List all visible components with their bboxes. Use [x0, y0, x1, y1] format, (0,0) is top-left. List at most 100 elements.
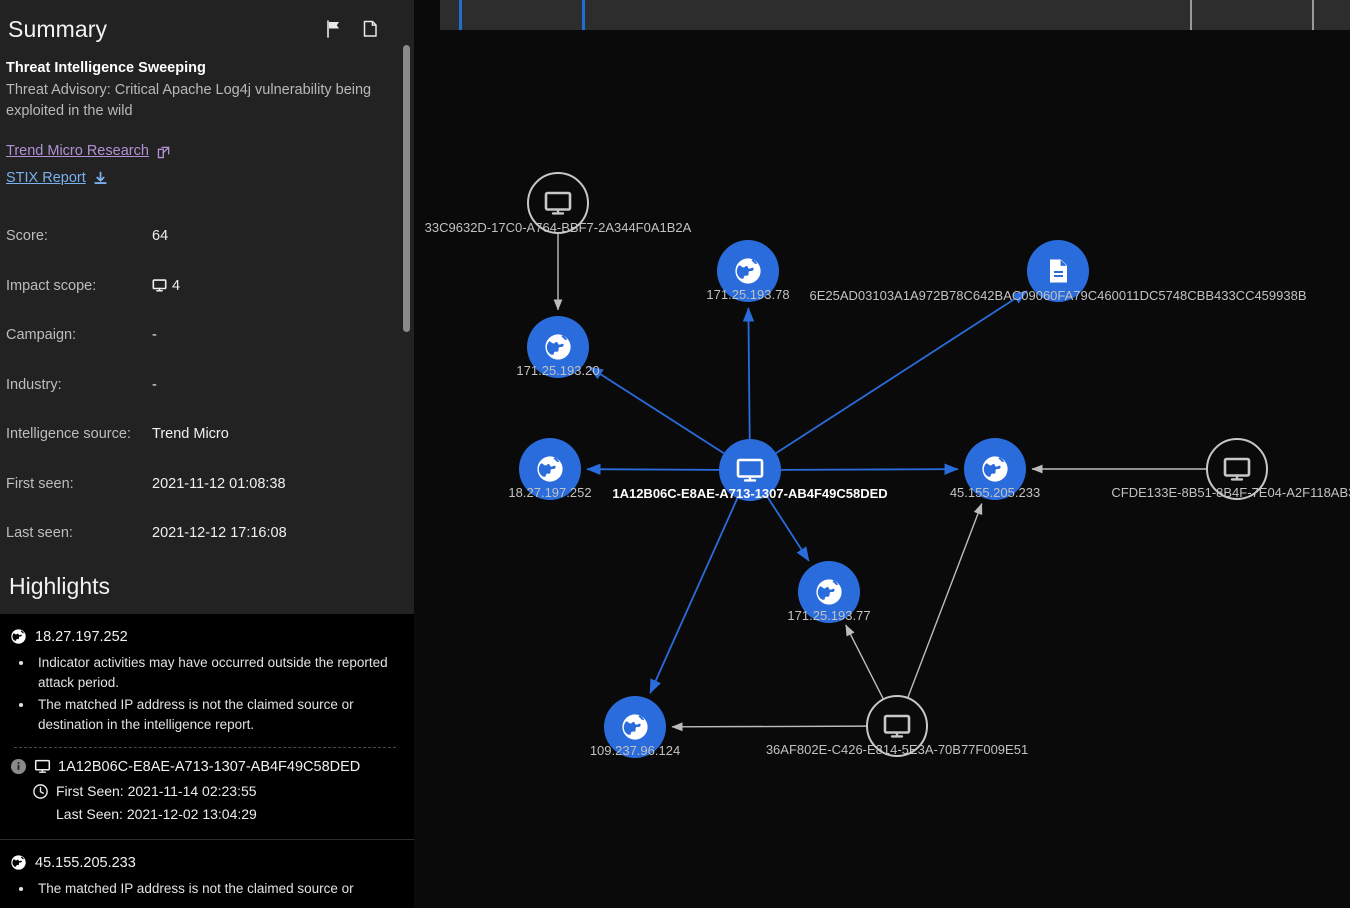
highlights-list: 18.27.197.252 Indicator activities may h…: [0, 614, 414, 908]
sidebar-scrollbar[interactable]: [403, 45, 410, 332]
globe-icon: [10, 854, 27, 871]
graph-node-ip[interactable]: 171.25.193.20: [527, 316, 589, 378]
detail-row-score: Score: 64: [6, 212, 390, 262]
summary-sidebar: Summary Threat Intelligence Sweeping: [0, 0, 414, 908]
highlight-indicator-name: 18.27.197.252: [35, 629, 128, 645]
monitor-icon: [735, 455, 765, 485]
header-icon-group: [324, 19, 402, 39]
globe-icon: [814, 577, 844, 607]
reference-links: Trend Micro Research STIX Report: [6, 141, 390, 190]
graph-node-ip[interactable]: 18.27.197.252: [519, 438, 581, 500]
highlight-last-seen: Last Seen: 2021-12-02 13:04:29: [56, 806, 257, 822]
highlight-header: 18.27.197.252: [10, 628, 396, 645]
detail-label: Last seen:: [6, 525, 152, 541]
detail-value-score: 64: [152, 228, 168, 244]
detail-label: Impact scope:: [6, 278, 152, 294]
graph-node-endpoint[interactable]: 33C9632D-17C0-A764-BBF7-2A344F0A1B2A: [527, 172, 589, 234]
globe-icon: [543, 332, 573, 362]
monitor-icon: [543, 188, 573, 218]
detail-label: Industry:: [6, 377, 152, 393]
document-icon[interactable]: [360, 19, 380, 39]
monitor-icon: [882, 711, 912, 741]
file-icon: [1043, 256, 1073, 286]
highlight-header: 45.155.205.233: [10, 854, 396, 871]
globe-icon: [10, 628, 27, 645]
detail-value-last-seen: 2021-12-12 17:16:08: [152, 525, 287, 541]
node-circle[interactable]: [964, 438, 1026, 500]
node-circle[interactable]: [519, 438, 581, 500]
highlight-header: 1A12B06C-E8AE-A713-1307-AB4F49C58DED: [10, 758, 396, 775]
detail-value-industry: -: [152, 377, 157, 393]
highlight-bullets: The matched IP address is not the claime…: [10, 879, 396, 899]
flag-icon[interactable]: [324, 19, 344, 39]
node-circle[interactable]: [798, 561, 860, 623]
highlight-indicator-name: 45.155.205.233: [35, 855, 136, 871]
trend-micro-research-link[interactable]: Trend Micro Research: [6, 141, 149, 163]
graph-edge: [589, 367, 724, 453]
node-circle[interactable]: [1206, 438, 1268, 500]
node-circle[interactable]: [527, 172, 589, 234]
graph-node-file[interactable]: 6E25AD03103A1A972B78C642BAC09060FA79C460…: [1027, 240, 1089, 302]
monitor-icon: [34, 758, 51, 775]
graph-edge: [650, 498, 737, 693]
graph-edge: [587, 469, 719, 470]
detail-row-first-seen: First seen: 2021-11-12 01:08:38: [6, 459, 390, 509]
node-circle[interactable]: [717, 240, 779, 302]
divider: [14, 747, 396, 748]
graph-node-ip[interactable]: 109.237.96.124: [604, 696, 666, 758]
detail-row-intelligence-source: Intelligence source: Trend Micro: [6, 410, 390, 460]
page-title: Summary: [6, 16, 107, 43]
summary-body: Threat Intelligence Sweeping Threat Advi…: [0, 52, 414, 558]
graph-edge: [767, 496, 809, 561]
threat-title: Threat Intelligence Sweeping: [6, 58, 390, 79]
highlight-timestamps: First Seen: 2021-11-14 02:23:55 Last See…: [10, 780, 396, 825]
graph-node-ip[interactable]: 45.155.205.233: [964, 438, 1026, 500]
download-icon[interactable]: [93, 171, 108, 186]
node-circle[interactable]: [866, 695, 928, 757]
graph-edge: [776, 291, 1027, 453]
relationship-graph[interactable]: 33C9632D-17C0-A764-BBF7-2A344F0A1B2A 171.…: [414, 0, 1350, 908]
highlights-header: Highlights: [0, 558, 414, 614]
detail-row-industry: Industry: -: [6, 360, 390, 410]
threat-description: Threat Advisory: Critical Apache Log4j v…: [6, 80, 390, 121]
list-item[interactable]: 18.27.197.252 Indicator activities may h…: [0, 614, 414, 840]
node-circle[interactable]: [527, 316, 589, 378]
node-circle[interactable]: [719, 439, 781, 501]
detail-label: First seen:: [6, 476, 152, 492]
sidebar-header: Summary: [0, 0, 414, 52]
graph-node-endpoint[interactable]: 36AF802E-C426-E814-5E3A-70B77F009E51: [866, 695, 928, 757]
detail-row-impact-scope: Impact scope: 4: [6, 261, 390, 311]
globe-icon: [980, 454, 1010, 484]
graph-edge: [846, 625, 883, 698]
info-icon: [10, 758, 27, 775]
detail-value-intelligence-source: Trend Micro: [152, 426, 229, 442]
detail-value-campaign: -: [152, 327, 157, 343]
graph-node-endpoint[interactable]: CFDE133E-8B51-8B4F-7E04-A2F118AB32: [1206, 438, 1268, 500]
node-circle[interactable]: [1027, 240, 1089, 302]
graph-edge: [672, 726, 866, 727]
clock-icon: [32, 783, 49, 800]
detail-row-last-seen: Last seen: 2021-12-12 17:16:08: [6, 509, 390, 559]
node-circle[interactable]: [604, 696, 666, 758]
graph-node-ip[interactable]: 171.25.193.78: [717, 240, 779, 302]
external-link-icon[interactable]: [156, 145, 171, 160]
graph-canvas[interactable]: 33C9632D-17C0-A764-BBF7-2A344F0A1B2A 171.…: [414, 0, 1350, 908]
impact-scope-count: 4: [172, 278, 180, 294]
detail-value-impact-scope: 4: [152, 278, 180, 294]
stix-report-link[interactable]: STIX Report: [6, 168, 86, 190]
graph-edge: [908, 504, 982, 697]
globe-icon: [733, 256, 763, 286]
graph-node-endpoint[interactable]: 1A12B06C-E8AE-A713-1307-AB4F49C58DED: [719, 439, 781, 501]
monitor-icon: [152, 278, 167, 293]
detail-list: Score: 64 Impact scope: 4: [6, 212, 390, 559]
highlights-title: Highlights: [9, 573, 110, 600]
detail-label: Campaign:: [6, 327, 152, 343]
globe-icon: [535, 454, 565, 484]
link-row-research[interactable]: Trend Micro Research: [6, 141, 390, 163]
graph-node-ip[interactable]: 171.25.193.77: [798, 561, 860, 623]
graph-edge: [748, 308, 749, 439]
detail-value-first-seen: 2021-11-12 01:08:38: [152, 476, 286, 492]
list-item[interactable]: 45.155.205.233 The matched IP address is…: [0, 840, 414, 908]
link-row-stix[interactable]: STIX Report: [6, 168, 390, 190]
detail-label: Score:: [6, 228, 152, 244]
